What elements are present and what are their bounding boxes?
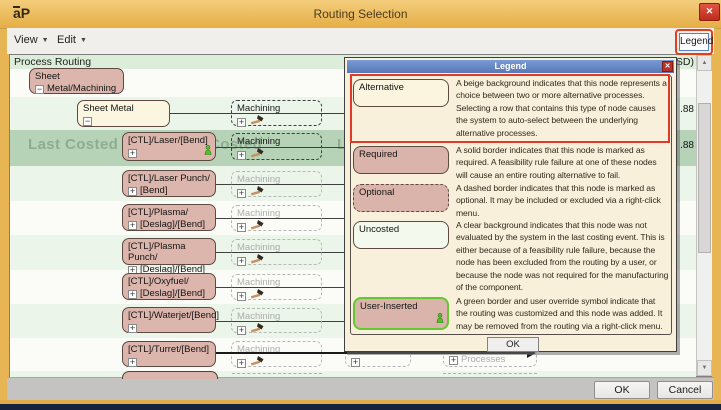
process-group-node-partial xyxy=(122,371,218,379)
vertical-scrollbar[interactable]: ▲ ▼ xyxy=(696,55,712,376)
user-override-icon xyxy=(204,145,212,158)
machining-node[interactable]: Machining + xyxy=(231,274,322,300)
expand-toggle[interactable]: + xyxy=(237,326,246,335)
dialog-footer: OK Cancel xyxy=(7,377,714,400)
legend-sample-user-inserted: User-Inserted xyxy=(353,297,449,330)
hammer-icon xyxy=(251,115,264,129)
scroll-up-icon[interactable]: ▲ xyxy=(697,55,712,71)
process-group-node[interactable]: [CTL]/Oxyfuel/ +[Deslag]/[Bend] xyxy=(122,273,216,300)
expand-toggle[interactable]: + xyxy=(237,118,246,127)
scroll-down-icon[interactable]: ▼ xyxy=(697,360,712,376)
hammer-icon xyxy=(251,254,264,268)
expand-toggle[interactable]: + xyxy=(351,358,360,367)
expand-toggle[interactable]: + xyxy=(128,324,137,333)
expand-toggle[interactable]: + xyxy=(237,292,246,301)
machining-node[interactable]: Machining + xyxy=(231,341,322,367)
legend-dialog-titlebar: Legend ✕ xyxy=(347,60,674,73)
hammer-icon xyxy=(251,186,264,200)
window-title: Routing Selection xyxy=(0,7,721,21)
machining-node[interactable]: Machining + xyxy=(231,100,322,126)
process-group-node[interactable]: Sheet Metal − xyxy=(77,100,170,127)
expand-toggle[interactable]: + xyxy=(237,257,246,266)
process-group-node[interactable]: [CTL]/Laser/[Bend] + xyxy=(122,132,216,161)
process-group-node[interactable]: [CTL]/Turret/[Bend] + xyxy=(122,341,216,367)
annotation-highlight-box xyxy=(350,74,670,143)
ok-button[interactable]: OK xyxy=(594,381,650,399)
expand-toggle[interactable]: + xyxy=(237,223,246,232)
expand-toggle[interactable]: + xyxy=(237,151,246,160)
window-edge-strip xyxy=(0,404,721,410)
process-node-partial xyxy=(443,373,537,379)
window-titlebar: aP Routing Selection ✕ xyxy=(0,0,721,29)
annotation-highlight-ring: Legend xyxy=(675,29,713,55)
legend-dialog: Legend ✕ Alternative A beige background … xyxy=(344,57,677,352)
expand-toggle[interactable]: + xyxy=(237,359,246,368)
legend-ok-button[interactable]: OK xyxy=(487,337,539,352)
toolbar: View▼ Edit▼ xyxy=(7,28,714,54)
hammer-icon xyxy=(251,356,264,370)
process-group-node[interactable]: [CTL]/Plasma/ +[Deslag]/[Bend] xyxy=(122,204,216,231)
machining-node[interactable]: Machining + xyxy=(231,308,322,333)
legend-sample-optional: Optional xyxy=(353,184,449,212)
machining-node[interactable]: Machining + xyxy=(231,239,322,265)
expand-toggle[interactable]: + xyxy=(237,189,246,198)
user-override-icon xyxy=(436,313,444,326)
expand-toggle[interactable]: + xyxy=(128,290,137,299)
expand-toggle[interactable]: + xyxy=(128,149,137,158)
menu-view[interactable]: View▼ xyxy=(14,34,49,46)
legend-text-optional: A dashed border indicates that this node… xyxy=(456,182,669,219)
process-routing-header: Process Routing xyxy=(14,56,91,68)
expand-toggle[interactable]: + xyxy=(128,221,137,230)
hammer-icon xyxy=(251,323,264,337)
legend-text-uncosted: A clear background indicates that this n… xyxy=(456,219,669,293)
legend-sample-uncosted: Uncosted xyxy=(353,221,449,249)
hammer-icon xyxy=(251,220,264,234)
process-group-node[interactable]: [CTL]/Waterjet/[Bend] + xyxy=(122,307,216,333)
legend-close-icon[interactable]: ✕ xyxy=(662,61,673,72)
legend-text-required: A solid border indicates that this node … xyxy=(456,144,669,181)
expand-toggle[interactable]: + xyxy=(449,356,458,365)
menu-edit[interactable]: Edit▼ xyxy=(57,34,87,46)
chevron-down-icon: ▼ xyxy=(42,37,49,44)
window-close-icon[interactable]: ✕ xyxy=(699,3,720,21)
process-group-node[interactable]: Sheet −Metal/Machining xyxy=(29,68,124,94)
scrollbar-thumb[interactable] xyxy=(698,103,711,253)
process-node-partial xyxy=(232,373,322,379)
hammer-icon xyxy=(251,289,264,303)
process-group-node[interactable]: [CTL]/Laser Punch/ +[Bend] xyxy=(122,170,216,197)
legend-sample-required: Required xyxy=(353,146,449,174)
last-costed-watermark: Last Costed xyxy=(28,136,118,153)
collapse-toggle[interactable]: − xyxy=(35,85,44,94)
legend-button[interactable]: Legend xyxy=(679,33,709,51)
chevron-down-icon: ▼ xyxy=(80,37,87,44)
process-group-node[interactable]: [CTL]/Plasma Punch/ +[Deslag]/[Bend] xyxy=(122,238,216,265)
machining-node[interactable]: Machining + xyxy=(231,133,322,160)
cancel-button[interactable]: Cancel xyxy=(657,381,713,399)
machining-node[interactable]: Machining + xyxy=(231,205,322,231)
machining-node[interactable]: Machining + xyxy=(231,171,322,197)
routing-selection-window: aP Routing Selection ✕ View▼ Edit▼ Legen… xyxy=(0,0,721,410)
legend-text-user-inserted: A green border and user override symbol … xyxy=(456,295,669,332)
collapse-toggle[interactable]: − xyxy=(83,117,92,126)
expand-toggle[interactable]: + xyxy=(128,187,137,196)
hammer-icon xyxy=(251,148,264,162)
expand-toggle[interactable]: + xyxy=(128,358,137,367)
connector-line-arrow xyxy=(216,352,528,354)
